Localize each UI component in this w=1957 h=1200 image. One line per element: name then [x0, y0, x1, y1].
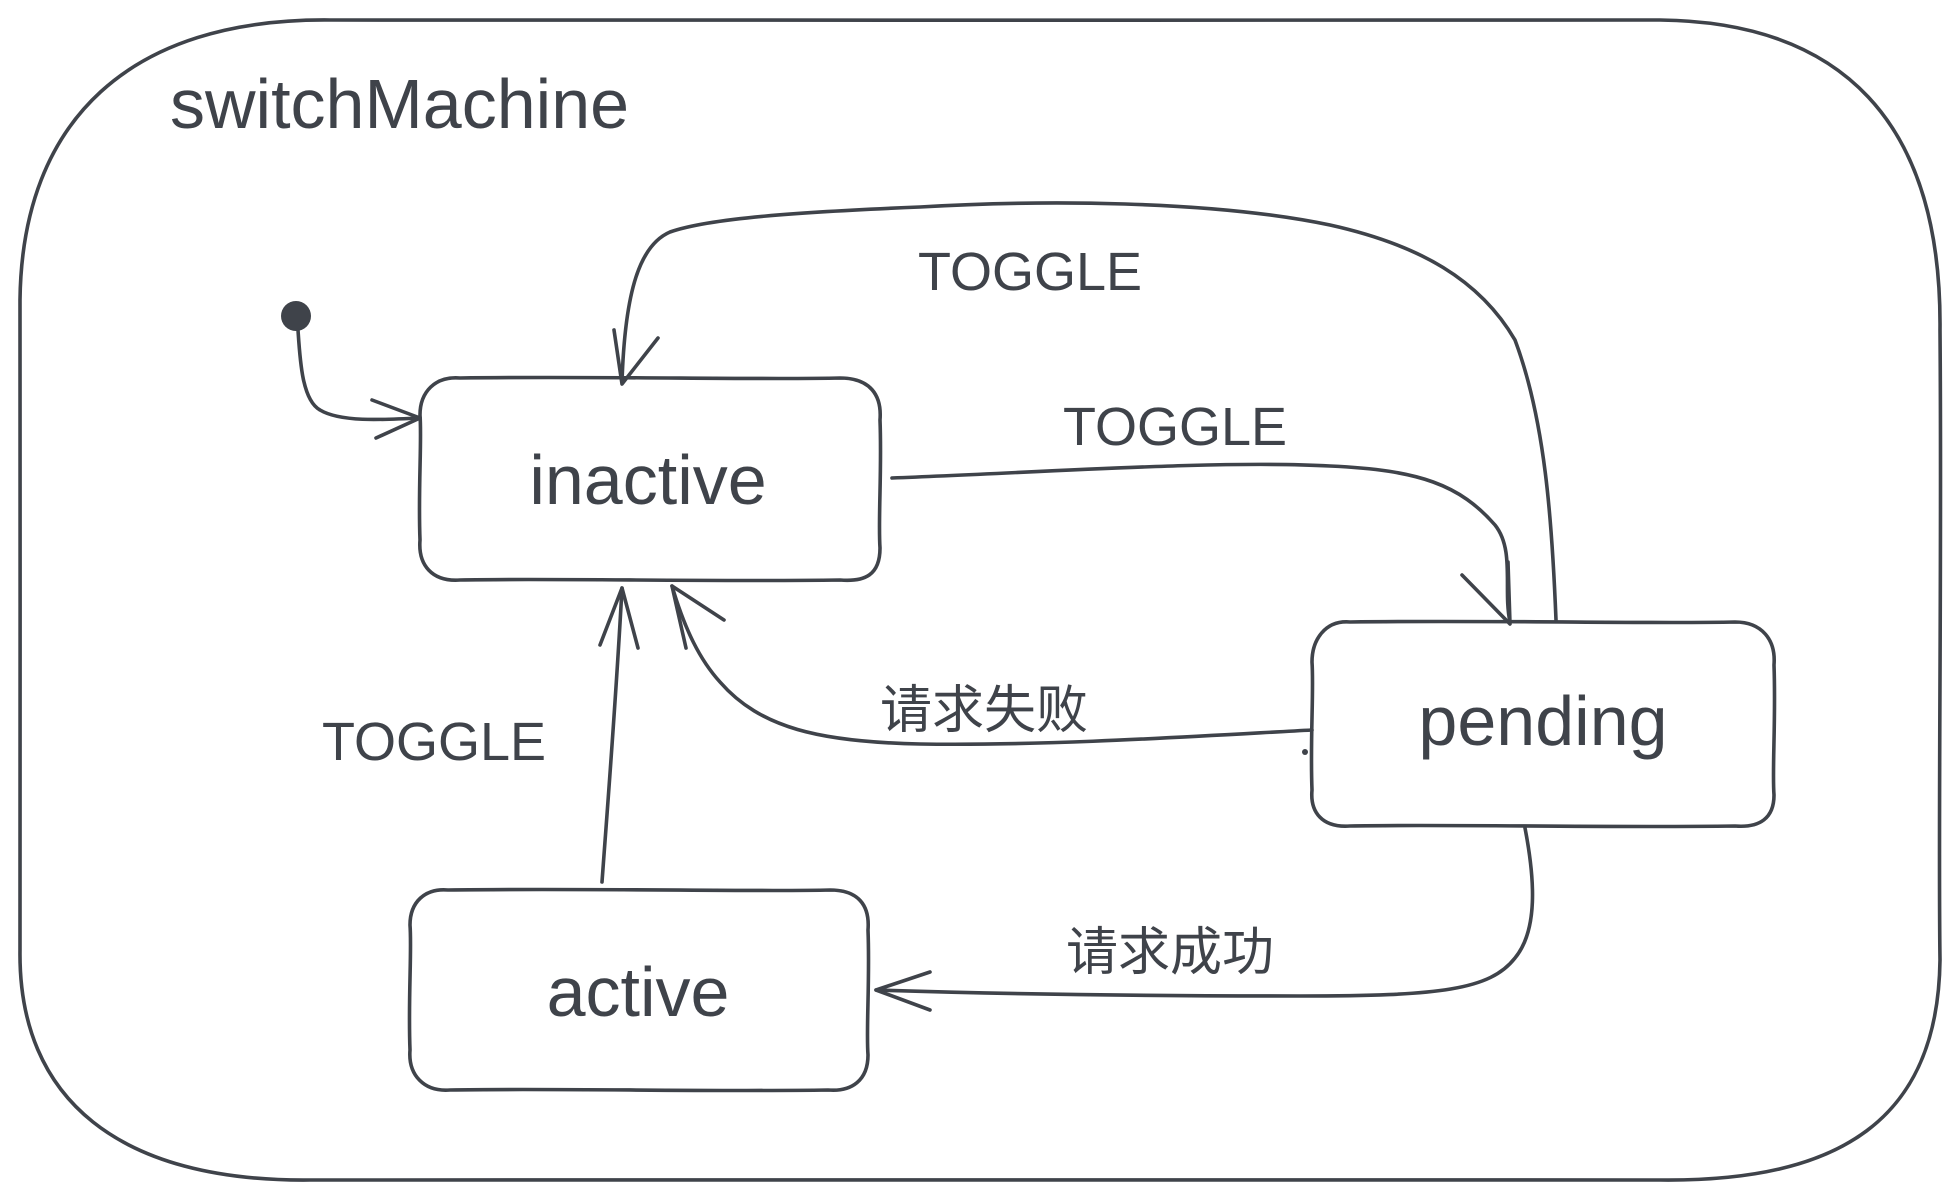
state-inactive-label: inactive	[529, 441, 766, 519]
transition-inactive-to-pending-label: TOGGLE	[1063, 397, 1287, 457]
state-machine-diagram: switchMachine inactive pending active TO…	[17, 17, 1943, 1183]
transition-active-to-inactive[interactable]: TOGGLE	[322, 586, 640, 884]
machine-title: switchMachine	[170, 65, 629, 143]
transition-pending-to-active-success-label: 请求成功	[1066, 923, 1274, 983]
state-active[interactable]: active	[407, 887, 871, 1093]
initial-state-marker	[281, 301, 422, 440]
machine-container	[17, 17, 1943, 1183]
state-active-label: active	[547, 953, 730, 1031]
transition-inactive-to-pending[interactable]: TOGGLE	[890, 397, 1512, 626]
state-inactive[interactable]: inactive	[417, 375, 883, 583]
transition-pending-to-inactive-fail-label: 请求失败	[880, 681, 1088, 741]
transition-pending-to-inactive-fail[interactable]: 请求失败	[670, 584, 1314, 755]
state-pending[interactable]: pending	[1309, 619, 1777, 829]
transition-active-to-inactive-label: TOGGLE	[322, 712, 546, 772]
state-pending-label: pending	[1418, 682, 1667, 760]
transition-pending-to-inactive-top-label: TOGGLE	[918, 242, 1142, 302]
transition-pending-to-active-success[interactable]: 请求成功	[874, 826, 1535, 1012]
